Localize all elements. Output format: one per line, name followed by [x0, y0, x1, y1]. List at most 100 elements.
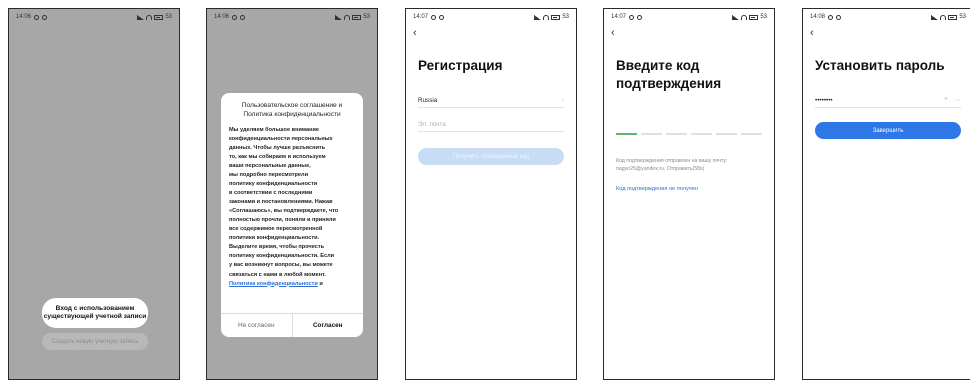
status-bar: 14:07 53 [604, 9, 774, 25]
policy-line: Политика конфиденциальности и [229, 280, 355, 289]
login-existing-account-button[interactable]: Вход с использованием существующей учетно… [42, 298, 148, 328]
dialog-body-line: политики конфиденциальности. [229, 235, 320, 242]
dialog-body-line: Мы уделяем большое внимание [229, 126, 319, 133]
screen-set-password: 14:08 53 ‹ Установить пароль •••••••• × ⋯… [802, 8, 970, 380]
signal-icon [335, 14, 343, 20]
code-not-received-link[interactable]: Код подтверждения не получен [616, 186, 698, 192]
battery-icon [749, 14, 759, 20]
page-title: Регистрация [418, 58, 503, 73]
wifi-icon [741, 14, 748, 20]
status-bar: 14:08 53 [803, 9, 970, 25]
wifi-icon [543, 14, 550, 20]
settings-icon [431, 14, 437, 20]
battery-icon [352, 14, 362, 20]
dialog-body-line: то, как мы собираем и используем [229, 153, 326, 160]
notification-icon [42, 14, 48, 20]
dialog-title: Пользовательское соглашение и Политика к… [221, 93, 363, 120]
dialog-body-line: мы подробно пересмотрели [229, 172, 309, 179]
status-bar: 14:06 53 [9, 9, 179, 25]
dialog-actions: Не согласен Согласен [221, 313, 363, 337]
dialog-body-line: все содержимое пересмотренной [229, 226, 323, 233]
code-digit-slot [616, 133, 637, 135]
status-bar: 14:06 53 [207, 9, 377, 25]
dialog-body-line: данных. Чтобы лучше разъяснить [229, 144, 326, 151]
code-digit-slot [666, 133, 687, 135]
email-field[interactable]: Эл. почта [418, 117, 564, 132]
signal-icon [534, 14, 542, 20]
code-input[interactable] [616, 133, 762, 135]
page-title: Введите код подтверждения [616, 57, 721, 92]
title-line2: подтверждения [616, 75, 722, 91]
dialog-body-line: связаться с нами в любой момент. [229, 271, 326, 278]
settings-icon [232, 14, 238, 20]
eye-hidden-icon[interactable]: ⋯ [954, 96, 961, 104]
code-digit-slot [691, 133, 712, 135]
password-field[interactable]: •••••••• × ⋯ [815, 93, 961, 108]
settings-icon [34, 14, 40, 20]
dialog-body: Мы уделяем большое внимание конфиденциаль… [221, 120, 363, 289]
page-title: Установить пароль [815, 58, 945, 73]
dialog-body-line: политику конфиденциальности. Если [229, 253, 335, 260]
screen-login-choice: 14:06 53 Вход с использованием существующ… [8, 8, 180, 380]
agreement-dialog: Пользовательское соглашение и Политика к… [221, 93, 363, 337]
dialog-body-line: у вас возникнут вопросы, вы можете [229, 262, 333, 269]
code-digit-slot [716, 133, 737, 135]
status-time: 14:07 [611, 14, 627, 20]
back-arrow-icon[interactable]: ‹ [413, 27, 417, 39]
code-digit-slot [641, 133, 662, 135]
back-arrow-icon[interactable]: ‹ [611, 27, 615, 39]
title-line1: Введите код [616, 58, 700, 73]
country-select[interactable]: Russia › [418, 93, 564, 108]
info-line2: nagyo25@yandex.ru. Отправить(58s) [616, 165, 705, 172]
signal-icon [732, 14, 740, 20]
signal-icon [137, 14, 145, 20]
finish-button[interactable]: Завершить [815, 122, 961, 139]
wifi-icon [344, 14, 351, 20]
battery-level: 53 [165, 14, 172, 20]
disagree-button[interactable]: Не согласен [221, 314, 293, 337]
policy-suffix: и [317, 280, 323, 287]
notification-icon [439, 14, 445, 20]
dialog-body-line: «Соглашаюсь», вы подтверждаете, что [229, 208, 339, 215]
dialog-body-line: Выделите время, чтобы прочесть [229, 244, 325, 251]
agree-button[interactable]: Согласен [293, 314, 364, 337]
dialog-body-line: ваши персональные данные, [229, 162, 311, 169]
dialog-body-line: законами и постановлениями. Нажав [229, 199, 333, 206]
notification-icon [836, 14, 842, 20]
country-value: Russia [418, 96, 438, 104]
dialog-body-line: полностью прочли, поняли и приняли [229, 217, 336, 224]
screen-registration: 14:07 53 ‹ Регистрация Russia › Эл. почт… [405, 8, 577, 380]
create-account-button[interactable]: Создать новую учетную запись [42, 333, 148, 350]
dialog-title-line2: Политика конфиденциальности [243, 110, 341, 118]
settings-icon [629, 14, 635, 20]
status-time: 14:06 [214, 14, 230, 20]
status-bar: 14:07 53 [406, 9, 576, 25]
info-line1: Код подтверждения отправлен на вашу почт… [616, 158, 728, 164]
dialog-body-text: Мы уделяем большое внимание конфиденциаль… [229, 126, 355, 280]
password-value: •••••••• [815, 96, 833, 104]
get-code-button[interactable]: Получить проверочный код [418, 148, 564, 165]
privacy-policy-link[interactable]: Политика конфиденциальности [229, 281, 318, 287]
battery-icon [948, 14, 958, 20]
dialog-body-line: политику конфиденциальности [229, 181, 318, 188]
status-time: 14:08 [810, 14, 826, 20]
dialog-body-line: в соответствии с последними [229, 190, 313, 197]
chevron-right-icon: › [561, 96, 564, 104]
signal-icon [931, 14, 939, 20]
battery-level: 53 [760, 14, 767, 20]
wifi-icon [146, 14, 153, 20]
notification-icon [240, 14, 246, 20]
screen-agreement-dialog: 14:06 53 Пользовательское соглашение и П… [206, 8, 378, 380]
clear-icon[interactable]: × [944, 96, 948, 104]
code-sent-info: Код подтверждения отправлен на вашу почт… [616, 158, 762, 173]
status-time: 14:06 [16, 14, 32, 20]
back-arrow-icon[interactable]: ‹ [810, 27, 814, 39]
battery-icon [154, 14, 164, 20]
battery-level: 53 [363, 14, 370, 20]
login-label-line1: Вход с использованием [55, 304, 135, 312]
login-label-line2: существующей учетной записи [43, 313, 147, 320]
settings-icon [828, 14, 834, 20]
battery-level: 53 [562, 14, 569, 20]
notification-icon [637, 14, 643, 20]
wifi-icon [940, 14, 947, 20]
